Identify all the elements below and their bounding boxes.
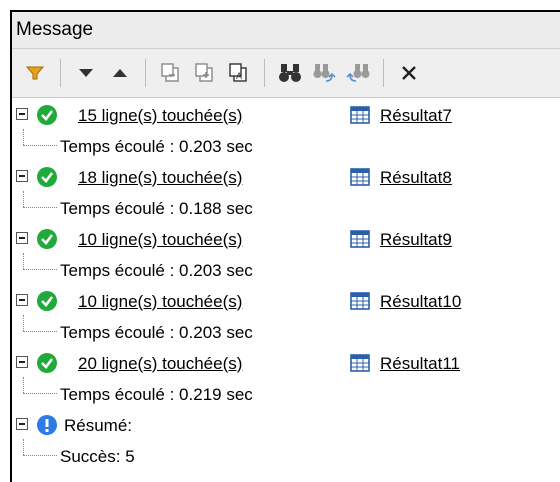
collapse-toggle[interactable] (16, 170, 28, 182)
success-icon (37, 167, 57, 187)
previous-button[interactable] (103, 56, 137, 90)
rows-affected-link[interactable]: 20 ligne(s) touchée(s) (78, 354, 242, 374)
filter-button[interactable] (18, 56, 52, 90)
result-row: 10 ligne(s) touchée(s) Résultat10 (12, 286, 560, 317)
collapse-toggle[interactable] (16, 418, 28, 430)
tree-connector (23, 393, 57, 394)
success-icon (37, 291, 57, 311)
tree-connector (23, 377, 24, 393)
elapsed-time-row: Temps écoulé : 0.203 sec (12, 253, 560, 286)
summary-label: Résumé: (64, 415, 133, 435)
tree-connector (23, 315, 24, 331)
find-previous-icon (346, 64, 370, 82)
success-icon (37, 353, 57, 373)
copy-all-icon (195, 63, 213, 82)
toolbar-separator (383, 59, 384, 87)
elapsed-time-row: Temps écoulé : 0.219 sec (12, 377, 560, 410)
collapse-toggle[interactable] (16, 294, 28, 306)
elapsed-time-row: Temps écoulé : 0.188 sec (12, 191, 560, 224)
svg-text:A: A (236, 71, 242, 81)
copy-icon: A (229, 63, 247, 82)
panel-title-text: Message (16, 19, 94, 40)
tree-connector (23, 439, 24, 455)
find-next-icon (313, 64, 336, 82)
rows-affected-link[interactable]: 15 ligne(s) touchée(s) (78, 106, 242, 126)
result-tab-link[interactable]: Résultat10 (380, 292, 461, 312)
tree-connector (23, 191, 24, 207)
tree-connector (23, 145, 57, 146)
toolbar-separator (264, 59, 265, 87)
result-tab-link[interactable]: Résultat8 (380, 168, 452, 188)
toolbar-separator (60, 59, 61, 87)
find-previous-button[interactable] (341, 56, 375, 90)
result-grid-icon (350, 292, 370, 310)
success-icon (37, 229, 57, 249)
summary-detail-row: Succès: 5 (12, 439, 560, 472)
result-row: 15 ligne(s) touchée(s) Résultat7 (12, 100, 560, 131)
success-icon (37, 105, 57, 125)
copy-selected-icon (161, 63, 179, 82)
previous-icon (113, 69, 127, 77)
info-icon (37, 415, 57, 435)
close-icon (402, 66, 416, 80)
result-tab-link[interactable]: Résultat7 (380, 106, 452, 126)
elapsed-time: Temps écoulé : 0.203 sec (60, 322, 253, 342)
elapsed-time: Temps écoulé : 0.219 sec (60, 384, 253, 404)
filter-icon (25, 66, 45, 80)
next-icon (79, 69, 93, 77)
tree-connector (23, 269, 57, 270)
message-tree: 15 ligne(s) touchée(s) Résultat7 Temps é… (12, 98, 560, 472)
elapsed-time: Temps écoulé : 0.188 sec (60, 198, 253, 218)
tree-connector (23, 129, 24, 145)
panel-title: Message (12, 12, 560, 49)
copy-button[interactable]: A (222, 56, 256, 90)
toolbar-separator (145, 59, 146, 87)
find-button[interactable] (273, 56, 307, 90)
result-tab-link[interactable]: Résultat9 (380, 230, 452, 250)
tree-connector (23, 331, 57, 332)
collapse-toggle[interactable] (16, 232, 28, 244)
result-row: 10 ligne(s) touchée(s) Résultat9 (12, 224, 560, 255)
rows-affected-link[interactable]: 10 ligne(s) touchée(s) (78, 292, 242, 312)
message-panel: Message A 15 ligne(s) touchée(s) Résulta… (10, 10, 560, 482)
result-grid-icon (350, 230, 370, 248)
elapsed-time-row: Temps écoulé : 0.203 sec (12, 315, 560, 348)
result-tab-link[interactable]: Résultat11 (380, 354, 460, 374)
copy-all-button[interactable] (188, 56, 222, 90)
copy-selected-button[interactable] (154, 56, 188, 90)
result-row: 20 ligne(s) touchée(s) Résultat11 (12, 348, 560, 379)
tree-connector (23, 207, 57, 208)
tree-connector (23, 455, 57, 456)
toolbar: A (12, 49, 560, 98)
rows-affected-link[interactable]: 10 ligne(s) touchée(s) (78, 230, 242, 250)
find-icon (279, 64, 301, 82)
find-next-button[interactable] (307, 56, 341, 90)
elapsed-time-row: Temps écoulé : 0.203 sec (12, 129, 560, 162)
summary-detail: Succès: 5 (60, 446, 135, 466)
elapsed-time: Temps écoulé : 0.203 sec (60, 260, 253, 280)
result-row: 18 ligne(s) touchée(s) Résultat8 (12, 162, 560, 193)
result-grid-icon (350, 106, 370, 124)
result-grid-icon (350, 168, 370, 186)
collapse-toggle[interactable] (16, 108, 28, 120)
summary-row: Résumé: (12, 410, 560, 441)
rows-affected-link[interactable]: 18 ligne(s) touchée(s) (78, 168, 242, 188)
elapsed-time: Temps écoulé : 0.203 sec (60, 136, 253, 156)
close-button[interactable] (392, 56, 426, 90)
next-button[interactable] (69, 56, 103, 90)
collapse-toggle[interactable] (16, 356, 28, 368)
result-grid-icon (350, 354, 370, 372)
tree-connector (23, 253, 24, 269)
